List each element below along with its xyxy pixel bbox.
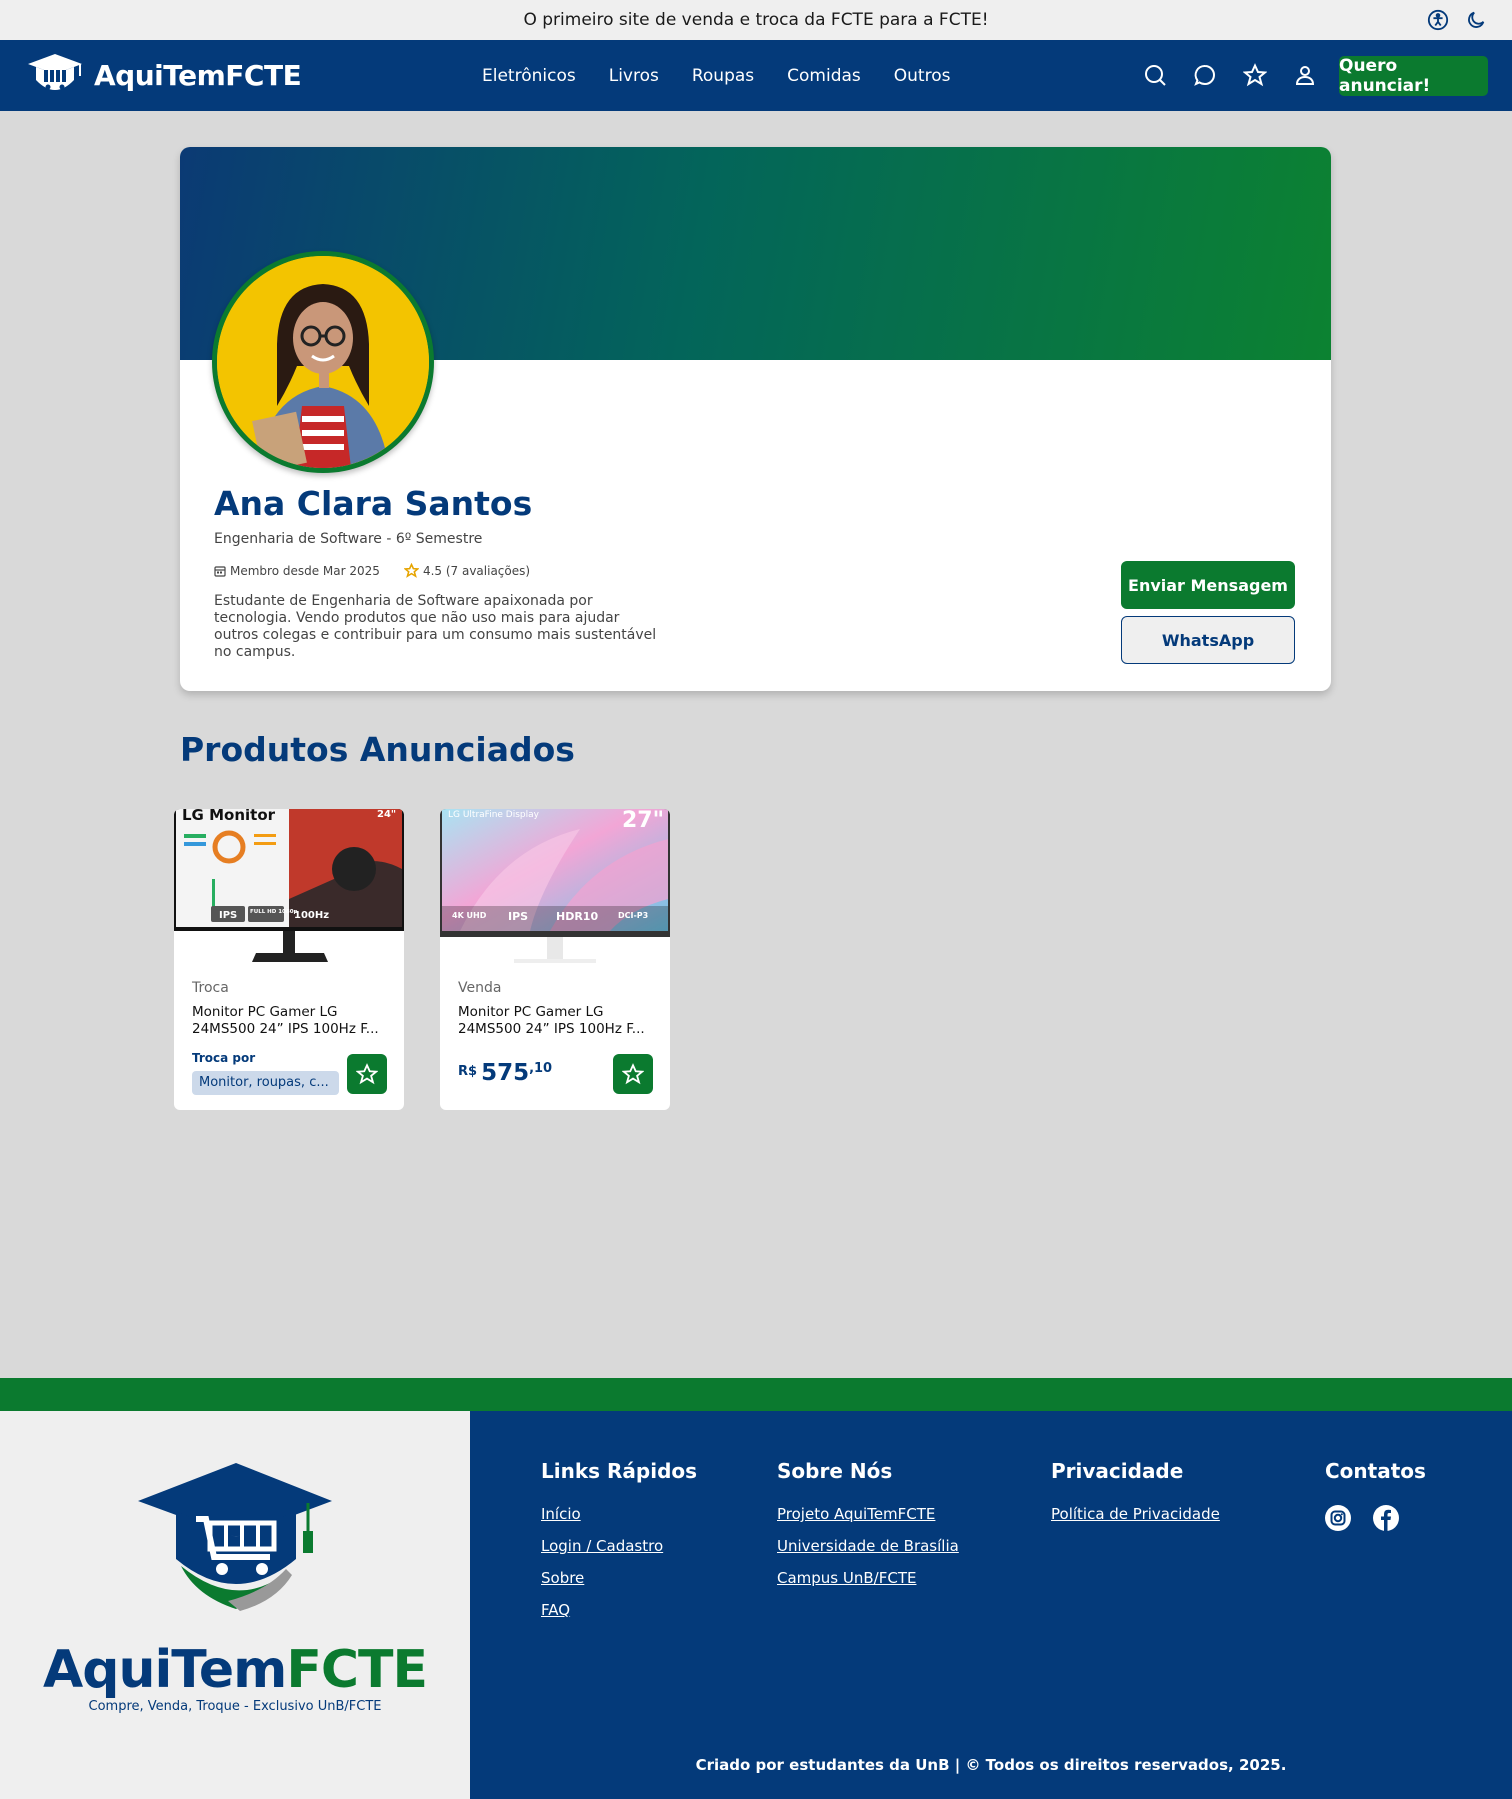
product-image: LG Monitor 24" IPS FULL HD 1080p 100Hz [174, 809, 404, 964]
rating-star-icon [403, 563, 419, 578]
facebook-icon[interactable] [1373, 1505, 1399, 1531]
badge-fullhd: FULL HD 1080p [250, 909, 298, 915]
profile-meta: Membro desde Mar 2025 4.5 (7 avaliações) [214, 563, 530, 578]
brand-name: AquiTemFCTE [94, 58, 302, 92]
whatsapp-button[interactable]: WhatsApp [1121, 616, 1295, 664]
product-image: LG UltraFine Display 27" 4K UHD IPS HDR1… [440, 809, 670, 964]
footer-brand-part2: FCTE [286, 1640, 428, 1700]
nav-link-roupas[interactable]: Roupas [692, 66, 754, 86]
member-since-text: Membro desde Mar 2025 [230, 563, 380, 578]
cart-cap-logo-icon [28, 54, 82, 90]
chat-icon[interactable] [1192, 62, 1218, 88]
favorite-button[interactable] [613, 1054, 653, 1094]
badge-100hz: 100Hz [294, 910, 329, 921]
announcement-text: O primeiro site de venda e troca da FCTE… [523, 10, 989, 30]
trade-value-chip: Monitor, roupas, c... [192, 1071, 339, 1095]
favorite-star-icon [622, 1063, 644, 1085]
footer-col-privacy: Privacidade Política de Privacidade [1051, 1459, 1220, 1537]
profile-name: Ana Clara Santos [214, 484, 533, 523]
copyright-text: Criado por estudantes da UnB | © Todos o… [695, 1756, 1287, 1774]
nav-icons [1142, 62, 1318, 88]
nav-link-eletronicos[interactable]: Eletrônicos [482, 66, 576, 86]
profile-card: Ana Clara Santos Engenharia de Software … [180, 147, 1331, 691]
price-integer: 575 [481, 1060, 530, 1086]
footer-link-unb[interactable]: Universidade de Brasília [777, 1537, 959, 1555]
price-decimal: ,10 [529, 1061, 553, 1076]
rating-text: 4.5 (7 avaliações) [422, 563, 531, 578]
footer-logo-icon [138, 1463, 332, 1611]
instagram-icon[interactable] [1325, 1505, 1351, 1531]
member-since: Membro desde Mar 2025 [214, 563, 380, 578]
product-image-size: 27" [622, 809, 664, 833]
announcement-bar: O primeiro site de venda e troca da FCTE… [0, 0, 1512, 40]
price-currency: R$ [458, 1064, 478, 1079]
category-nav: Eletrônicos Livros Roupas Comidas Outros [482, 40, 950, 111]
favorite-star-icon [356, 1063, 378, 1085]
calendar-icon [214, 565, 226, 577]
nav-link-comidas[interactable]: Comidas [787, 66, 861, 86]
footer-brand-panel [0, 1411, 470, 1799]
footer-col-contacts: Contatos [1325, 1459, 1426, 1531]
avatar [212, 251, 434, 473]
rating: 4.5 (7 avaliações) [403, 563, 531, 578]
favorite-button[interactable] [347, 1054, 387, 1094]
badge-4k: 4K UHD [452, 911, 487, 920]
star-icon[interactable] [1242, 62, 1268, 88]
badge-ips: IPS [219, 910, 237, 921]
post-ad-button[interactable]: Quero anunciar! [1339, 56, 1488, 96]
footer-link-campus[interactable]: Campus UnB/FCTE [777, 1569, 959, 1587]
footer-brand-part1: AquiTem [42, 1640, 287, 1700]
product-image-brand: LG UltraFine Display [448, 810, 540, 820]
product-card[interactable]: LG UltraFine Display 27" 4K UHD IPS HDR1… [440, 809, 670, 1110]
nav-link-outros[interactable]: Outros [894, 66, 951, 86]
product-price: R$ 575 ,10 [458, 1060, 552, 1086]
search-icon[interactable] [1142, 62, 1168, 88]
social-icons [1325, 1505, 1426, 1531]
footer-col-title: Contatos [1325, 1459, 1426, 1483]
footer-col-title: Sobre Nós [777, 1459, 893, 1483]
footer-link-sobre[interactable]: Sobre [541, 1569, 697, 1587]
badge-hdr10: HDR10 [556, 910, 598, 923]
footer-col-quick-links: Links Rápidos Início Login / Cadastro So… [541, 1459, 697, 1633]
main-navbar: AquiTemFCTE Eletrônicos Livros Roupas Co… [0, 40, 1512, 111]
badge-dcip3: DCI-P3 [618, 911, 648, 920]
user-icon[interactable] [1292, 62, 1318, 88]
profile-course: Engenharia de Software - 6º Semestre [214, 531, 483, 547]
product-title[interactable]: Monitor PC Gamer LG 24MS500 24” IPS 100H… [458, 1004, 654, 1038]
accessibility-icon[interactable] [1426, 8, 1450, 32]
footer-link-privacy-policy[interactable]: Política de Privacidade [1051, 1505, 1220, 1523]
footer-link-inicio[interactable]: Início [541, 1505, 697, 1523]
footer-tagline: Compre, Venda, Troque - Exclusivo UnB/FC… [88, 1699, 382, 1714]
footer-stripe [0, 1378, 1512, 1411]
footer-col-title: Links Rápidos [541, 1459, 698, 1483]
product-type: Troca [192, 980, 229, 996]
topbar-tools [1426, 8, 1488, 32]
products-section-title: Produtos Anunciados [180, 730, 575, 769]
product-card[interactable]: LG Monitor 24" IPS FULL HD 1080p 100Hz T… [174, 809, 404, 1110]
trade-label: Troca por [192, 1051, 256, 1065]
footer-col-about: Sobre Nós Projeto AquiTemFCTE Universida… [777, 1459, 959, 1601]
dark-mode-icon[interactable] [1464, 8, 1488, 32]
footer-link-faq[interactable]: FAQ [541, 1601, 697, 1619]
footer-link-login[interactable]: Login / Cadastro [541, 1537, 697, 1555]
brand-logo-link[interactable]: AquiTemFCTE [24, 50, 302, 100]
product-image-brand: LG Monitor [182, 809, 276, 824]
profile-bio: Estudante de Engenharia de Software apai… [214, 593, 657, 660]
footer-brand-name: AquiTemFCTE [0, 1640, 470, 1700]
badge-ips: IPS [508, 910, 528, 923]
footer-link-projeto[interactable]: Projeto AquiTemFCTE [777, 1505, 959, 1523]
nav-link-livros[interactable]: Livros [609, 66, 659, 86]
product-image-size: 24" [377, 809, 396, 820]
footer-col-title: Privacidade [1051, 1459, 1184, 1483]
product-type: Venda [458, 980, 502, 996]
product-title[interactable]: Monitor PC Gamer LG 24MS500 24” IPS 100H… [192, 1004, 388, 1038]
send-message-button[interactable]: Enviar Mensagem [1121, 561, 1295, 609]
